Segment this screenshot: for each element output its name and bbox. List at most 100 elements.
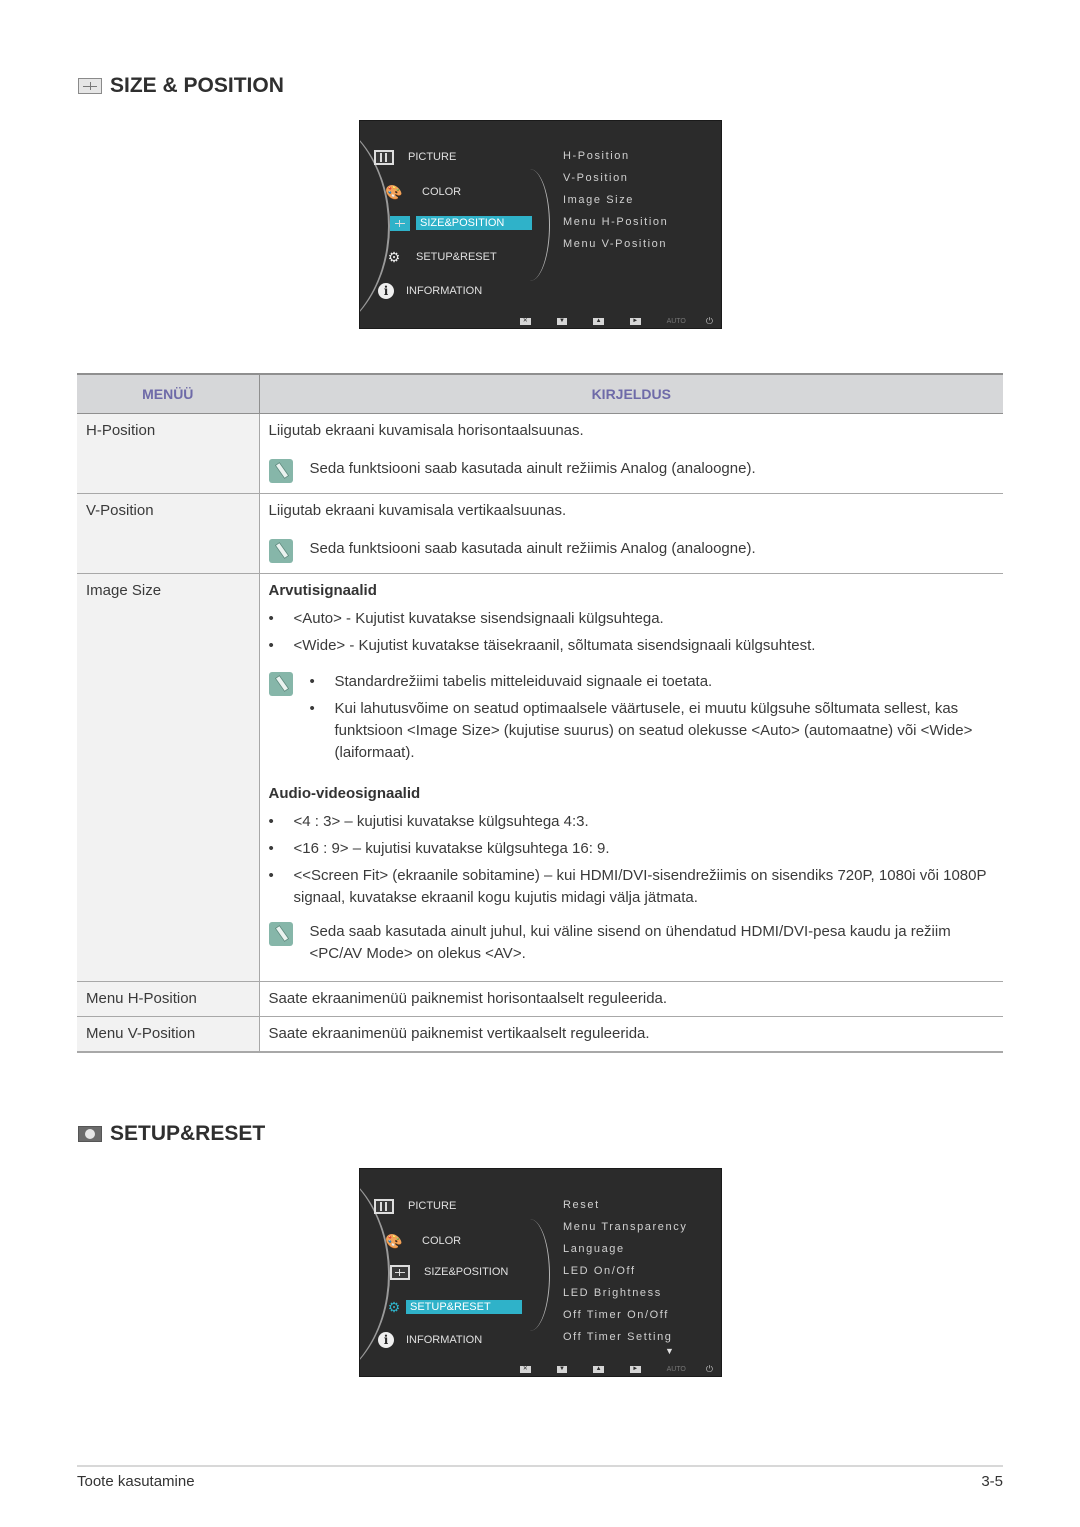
gear-icon: ⚙ xyxy=(387,1298,401,1315)
note-text: Seda funktsiooni saab kasutada ainult re… xyxy=(309,539,756,557)
row-menu-name: V-Position xyxy=(77,493,260,574)
osd-menu-item-information[interactable]: i INFORMATION xyxy=(376,1332,482,1348)
list-item: <Wide> - Kujutist kuvatakse täisekraanil… xyxy=(269,635,995,657)
row-description: Arvutisignaalid <Auto> - Kujutist kuvata… xyxy=(259,573,1003,982)
row-menu-name: H-Position xyxy=(77,413,260,494)
osd-button-bar: ✕ ▼ ▲ ► AUTO ⏻ xyxy=(520,1362,713,1376)
list-item: <<Screen Fit> (ekraanile sobitamine) – k… xyxy=(269,865,995,909)
osd-menu-item-color[interactable]: 🎨 COLOR xyxy=(384,184,461,200)
osd-menu-item-size-position[interactable]: SIZE&POSITION xyxy=(390,215,532,231)
palette-icon: 🎨 xyxy=(385,1232,403,1249)
osd-submenu-item[interactable]: H-Position xyxy=(563,150,630,162)
down-button-icon[interactable]: ▼ xyxy=(556,1365,568,1373)
row-menu-name: Menu V-Position xyxy=(77,1016,260,1053)
picture-icon xyxy=(374,149,394,165)
osd-menu-item-setup-reset[interactable]: ⚙ SETUP&RESET xyxy=(384,1299,522,1315)
note-pencil-icon xyxy=(268,671,293,696)
osd-submenu-item[interactable]: Reset xyxy=(563,1199,600,1211)
subheading-av-signals: Audio-videosignaalid xyxy=(268,784,421,802)
osd-submenu-item[interactable]: Menu H-Position xyxy=(563,216,668,228)
section-heading: SETUP&RESET xyxy=(110,1122,266,1145)
note-pencil-icon xyxy=(268,458,293,483)
table-row: V-Position Liigutab ekraani kuvamisala v… xyxy=(77,493,1003,574)
enter-button-icon[interactable]: ► xyxy=(629,317,641,325)
section-title-setup-reset: SETUP&RESET xyxy=(78,1122,265,1146)
osd-menu-item-picture[interactable]: PICTURE xyxy=(374,1198,456,1214)
size-position-icon xyxy=(78,78,102,94)
size-position-icon xyxy=(390,1264,410,1280)
osd-submenu-item[interactable]: LED On/Off xyxy=(563,1265,636,1277)
info-icon: i xyxy=(376,1332,396,1348)
list-item: Kui lahutusvõime on seatud optimaalsele … xyxy=(310,698,995,764)
osd-submenu-item[interactable]: Off Timer On/Off xyxy=(563,1309,669,1321)
down-button-icon[interactable]: ▼ xyxy=(556,317,568,325)
info-icon: i xyxy=(376,283,396,299)
osd-menu-item-color[interactable]: 🎨 COLOR xyxy=(384,1233,461,1249)
note: Seda funktsiooni saab kasutada ainult re… xyxy=(268,538,995,563)
list-item: <4 : 3> – kujutisi kuvatakse külgsuhtega… xyxy=(269,811,995,833)
osd-submenu-item[interactable]: Language xyxy=(563,1243,625,1255)
gear-icon: ⚙ xyxy=(387,248,401,265)
table-row: Menu H-Position Saate ekraanimenüü paikn… xyxy=(77,981,1003,1017)
table-row: Menu V-Position Saate ekraanimenüü paikn… xyxy=(77,1016,1003,1053)
table-row: Image Size Arvutisignaalid <Auto> - Kuju… xyxy=(77,573,1003,982)
menu-description-table: MENÜÜ KIRJELDUS H-Position Liigutab ekra… xyxy=(77,373,1003,1053)
up-button-icon[interactable]: ▲ xyxy=(593,1365,604,1373)
scroll-down-indicator-icon[interactable]: ▼ xyxy=(665,1346,674,1356)
osd-submenu-item[interactable]: V-Position xyxy=(563,172,629,184)
osd-submenu-item[interactable]: Menu V-Position xyxy=(563,238,667,250)
list-item: <Auto> - Kujutist kuvatakse sisendsignaa… xyxy=(269,608,995,630)
osd-menu-item-information[interactable]: i INFORMATION xyxy=(376,283,482,299)
note-text: Seda funktsiooni saab kasutada ainult re… xyxy=(309,459,756,477)
table-row: H-Position Liigutab ekraani kuvamisala h… xyxy=(77,413,1003,494)
row-menu-name: Image Size xyxy=(77,573,260,982)
note: Seda saab kasutada ainult juhul, kui väl… xyxy=(268,921,995,965)
osd-submenu-item[interactable]: LED Brightness xyxy=(563,1287,662,1299)
pc-signal-list: <Auto> - Kujutist kuvatakse sisendsignaa… xyxy=(269,608,995,657)
osd-submenu-item[interactable]: Menu Transparency xyxy=(563,1221,687,1233)
page-footer: Toote kasutamine 3-5 xyxy=(77,1465,1003,1490)
osd-screenshot-size-position: PICTURE 🎨 COLOR SIZE&POSITION ⚙ SETUP&RE… xyxy=(359,120,722,329)
description-text: Liigutab ekraani kuvamisala horisontaals… xyxy=(268,421,584,439)
exit-button-icon[interactable]: ✕ xyxy=(520,1365,531,1373)
power-icon[interactable]: ⏻ xyxy=(706,1364,713,1375)
osd-screenshot-setup-reset: PICTURE 🎨 COLOR SIZE&POSITION ⚙ SETUP&RE… xyxy=(359,1168,722,1377)
list-item: Standardrežiimi tabelis mitteleiduvaid s… xyxy=(310,671,995,693)
size-position-icon xyxy=(390,215,410,231)
column-header-description: KIRJELDUS xyxy=(259,373,1003,414)
section-heading: SIZE & POSITION xyxy=(110,74,284,97)
power-icon[interactable]: ⏻ xyxy=(706,316,713,327)
row-description: Liigutab ekraani kuvamisala vertikaalsuu… xyxy=(259,493,1003,574)
row-description: Saate ekraanimenüü paiknemist vertikaals… xyxy=(259,1016,1003,1053)
page-number: 3-5 xyxy=(981,1473,1003,1490)
note-pencil-icon xyxy=(268,921,293,946)
enter-button-icon[interactable]: ► xyxy=(629,1365,641,1373)
row-menu-name: Menu H-Position xyxy=(77,981,260,1017)
note: Standardrežiimi tabelis mitteleiduvaid s… xyxy=(268,671,995,769)
osd-menu-item-size-position[interactable]: SIZE&POSITION xyxy=(390,1264,508,1280)
note-text: Seda saab kasutada ainult juhul, kui väl… xyxy=(309,922,951,962)
exit-button-icon[interactable]: ✕ xyxy=(520,317,531,325)
osd-menu-item-picture[interactable]: PICTURE xyxy=(374,149,456,165)
subheading-pc-signals: Arvutisignaalid xyxy=(268,581,377,599)
note-pencil-icon xyxy=(268,538,293,563)
osd-submenu-item[interactable]: Image Size xyxy=(563,194,634,206)
list-item: <16 : 9> – kujutisi kuvatakse külgsuhteg… xyxy=(269,838,995,860)
auto-button-label[interactable]: AUTO xyxy=(667,318,686,325)
osd-button-bar: ✕ ▼ ▲ ► AUTO ⏻ xyxy=(520,314,713,328)
osd-submenu-item[interactable]: Off Timer Setting xyxy=(563,1331,673,1343)
picture-icon xyxy=(374,1198,394,1214)
auto-button-label[interactable]: AUTO xyxy=(667,1366,686,1373)
column-header-menu: MENÜÜ xyxy=(77,373,260,414)
footer-chapter: Toote kasutamine xyxy=(77,1473,195,1490)
table-header-row: MENÜÜ KIRJELDUS xyxy=(77,373,1003,414)
row-description: Liigutab ekraani kuvamisala horisontaals… xyxy=(259,413,1003,494)
description-text: Liigutab ekraani kuvamisala vertikaalsuu… xyxy=(268,501,567,519)
palette-icon: 🎨 xyxy=(385,183,403,200)
osd-menu-item-setup-reset[interactable]: ⚙ SETUP&RESET xyxy=(384,249,497,265)
note-list: Standardrežiimi tabelis mitteleiduvaid s… xyxy=(310,671,995,769)
av-signal-list: <4 : 3> – kujutisi kuvatakse külgsuhtega… xyxy=(269,811,995,909)
note: Seda funktsiooni saab kasutada ainult re… xyxy=(268,458,995,483)
gear-icon xyxy=(78,1126,102,1142)
up-button-icon[interactable]: ▲ xyxy=(593,317,604,325)
